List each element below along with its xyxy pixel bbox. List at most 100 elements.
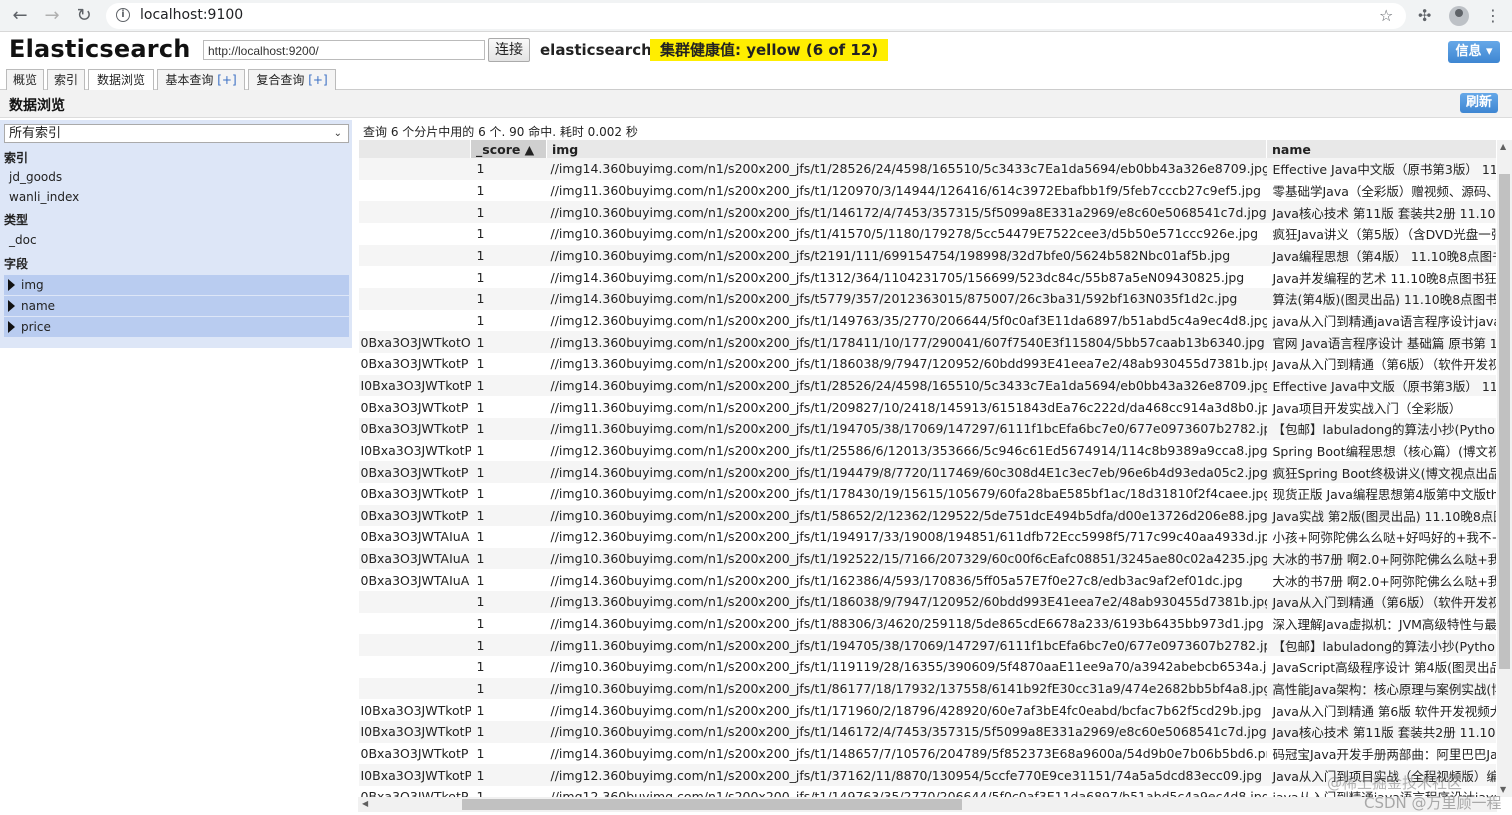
table-row[interactable]: 1//img10.360buyimg.com/n1/s200x200_jfs/t… [358, 201, 1496, 223]
column-header-score[interactable]: _score ▲ [470, 140, 547, 158]
refresh-button[interactable]: 刷新 [1460, 93, 1498, 113]
cell-img: //img14.360buyimg.com/n1/s200x200_jfs/t1… [546, 742, 1267, 765]
field-item-img[interactable]: img [4, 275, 349, 295]
browser-toolbar-section: 数据浏览 刷新 [0, 90, 1512, 118]
cell-img: //img11.360buyimg.com/n1/s200x200_jfs/t1… [546, 417, 1267, 440]
table-row[interactable]: 1//img14.360buyimg.com/n1/s200x200_jfs/t… [358, 612, 1496, 635]
table-row[interactable]: I0Bxa3O3JWTkotP 1//img14.360buyimg.com/n1… [358, 374, 1496, 397]
table-row[interactable]: I0Bxa3O3JWTkotP 1//img12.360buyimg.com/n1… [358, 764, 1496, 787]
scroll-up-arrow-icon[interactable]: ▲ [1500, 142, 1506, 151]
cell-score: 1 [470, 158, 547, 180]
cell-name: Java编程思想（第4版） 11.10晚8点图书 [1266, 244, 1496, 267]
table-row[interactable]: I0Bxa3O3JWTkotP 1//img14.360buyimg.com/n1… [358, 699, 1496, 722]
connect-url-input[interactable]: http://localhost:9200/ [203, 40, 485, 60]
table-row[interactable]: 1//img11.360buyimg.com/n1/s200x200_jfs/t… [358, 634, 1496, 657]
table-row[interactable]: 1//img13.360buyimg.com/n1/s200x200_jfs/t… [358, 591, 1496, 613]
forward-arrow-icon[interactable]: → [42, 6, 62, 26]
tab-label: 概览 [12, 73, 37, 87]
address-bar[interactable]: i localhost:9100 [106, 3, 1406, 29]
table-row[interactable]: 0Bxa3O3JWTAIuA 1//img12.360buyimg.com/n1/… [358, 526, 1496, 548]
vertical-scrollbar[interactable]: ▲ ▼ [1497, 140, 1512, 797]
tab-add-link[interactable]: [+] [308, 73, 327, 87]
app-logo: Elasticsearch [9, 35, 191, 63]
table-row[interactable]: 1//img11.360buyimg.com/n1/s200x200_jfs/t… [358, 179, 1496, 202]
cell-name: 小孩+阿弥陀佛么么哒+好吗好的+我不+亿 [1266, 526, 1496, 548]
cluster-name: elasticsearch [540, 41, 652, 59]
table-row[interactable]: 1//img14.360buyimg.com/n1/s200x200_jfs/t… [358, 287, 1496, 310]
index-item[interactable]: wanli_index [9, 190, 79, 204]
expand-triangle-icon [8, 278, 15, 291]
column-header-img[interactable]: img [546, 140, 1267, 158]
table-row[interactable]: 0Bxa3O3JWTkotP 1//img11.360buyimg.com/n1/… [358, 417, 1496, 440]
cell-id: 0Bxa3O3JWTkotP [358, 417, 471, 440]
cell-id [358, 266, 471, 288]
reload-icon[interactable]: ↻ [74, 6, 94, 26]
tab-basic-query[interactable]: 基本查询 [+] [157, 69, 245, 90]
cell-name: 零基础学Java（全彩版）赠视频、源码、练 [1266, 179, 1496, 202]
column-header-name[interactable]: name [1266, 140, 1496, 158]
table-row[interactable]: 0Bxa3O3JWTkotP 1//img14.360buyimg.com/n1/… [358, 742, 1496, 765]
index-select[interactable]: 所有索引 ⌄ [4, 124, 349, 143]
column-header-id[interactable] [358, 140, 471, 158]
cell-score: 1 [470, 547, 547, 570]
cell-img: //img11.360buyimg.com/n1/s200x200_jfs/t1… [546, 396, 1267, 418]
cell-score: 1 [470, 222, 547, 245]
cell-score: 1 [470, 331, 547, 353]
index-item[interactable]: jd_goods [9, 170, 62, 184]
table-row[interactable]: 0Bxa3O3JWTkotP 1//img12.360buyimg.com/n1/… [358, 786, 1496, 797]
vertical-scroll-thumb[interactable] [1499, 174, 1510, 669]
cell-score: 1 [470, 374, 547, 397]
table-row[interactable]: 1//img10.360buyimg.com/n1/s200x200_jfs/t… [358, 656, 1496, 678]
cell-id: 0Bxa3O3JWTkotP [358, 504, 471, 527]
table-row[interactable]: 0Bxa3O3JWTkotP 1//img10.360buyimg.com/n1/… [358, 504, 1496, 527]
profile-avatar[interactable] [1449, 6, 1469, 26]
table-row[interactable]: 0Bxa3O3JWTkotP 1//img10.360buyimg.com/n1/… [358, 482, 1496, 505]
cell-img: //img13.360buyimg.com/n1/s200x200_jfs/t1… [546, 352, 1267, 375]
tab-add-link[interactable]: [+] [217, 73, 236, 87]
table-row[interactable]: 1//img10.360buyimg.com/n1/s200x200_jfs/t… [358, 222, 1496, 245]
tab-compound-query[interactable]: 复合查询 [+] [248, 69, 336, 90]
cell-name: 现货正版 Java编程思想第4版第中文版thir [1266, 482, 1496, 505]
cell-name: Java核心技术 第11版 套装共2册 11.10晚 [1266, 201, 1496, 223]
tab-browser[interactable]: 数据浏览 [88, 69, 154, 91]
back-arrow-icon[interactable]: ← [10, 6, 30, 26]
table-row[interactable]: 1//img10.360buyimg.com/n1/s200x200_jfs/t… [358, 244, 1496, 267]
cell-score: 1 [470, 287, 547, 310]
table-row[interactable]: 0Bxa3O3JWTkotP 1//img14.360buyimg.com/n1/… [358, 461, 1496, 483]
extensions-puzzle-icon[interactable]: ✣ [1418, 6, 1431, 26]
tab-overview[interactable]: 概览 [6, 69, 44, 90]
table-row[interactable]: 1//img10.360buyimg.com/n1/s200x200_jfs/t… [358, 677, 1496, 700]
table-row[interactable]: 1//img14.360buyimg.com/n1/s200x200_jfs/t… [358, 158, 1496, 180]
cell-img: //img12.360buyimg.com/n1/s200x200_jfs/t1… [546, 786, 1267, 797]
scroll-left-arrow-icon[interactable]: ◀ [362, 799, 368, 808]
table-row[interactable]: 1//img14.360buyimg.com/n1/s200x200_jfs/t… [358, 266, 1496, 288]
horizontal-scrollbar[interactable]: ◀ [358, 797, 1497, 812]
field-item-name[interactable]: name [4, 296, 349, 316]
bookmark-star-icon[interactable]: ☆ [1379, 6, 1393, 26]
cell-img: //img10.360buyimg.com/n1/s200x200_jfs/t1… [546, 721, 1267, 743]
table-row[interactable]: I0Bxa3O3JWTkotP 1//img12.360buyimg.com/n1… [358, 439, 1496, 462]
table-row[interactable]: 1//img12.360buyimg.com/n1/s200x200_jfs/t… [358, 309, 1496, 332]
table-row[interactable]: 0Bxa3O3JWTkotP 1//img13.360buyimg.com/n1/… [358, 352, 1496, 375]
table-row[interactable]: I0Bxa3O3JWTkotP 1//img10.360buyimg.com/n1… [358, 721, 1496, 743]
type-item[interactable]: _doc [9, 233, 37, 247]
table-row[interactable]: 0Bxa3O3JWTkotO 1//img13.360buyimg.com/n1/… [358, 331, 1496, 353]
menu-kebab-icon[interactable]: ⋮ [1485, 6, 1501, 26]
connect-button[interactable]: 连接 [488, 38, 530, 62]
table-row[interactable]: 0Bxa3O3JWTAIuA 1//img14.360buyimg.com/n1/… [358, 569, 1496, 592]
cell-img: //img14.360buyimg.com/n1/s200x200_jfs/t1… [546, 266, 1267, 288]
cell-id [358, 201, 471, 223]
field-item-price[interactable]: price [4, 317, 349, 337]
cell-img: //img13.360buyimg.com/n1/s200x200_jfs/t1… [546, 331, 1267, 353]
cluster-health-badge: 集群健康值: yellow (6 of 12) [650, 39, 889, 61]
table-row[interactable]: 0Bxa3O3JWTkotP 1//img11.360buyimg.com/n1/… [358, 396, 1496, 418]
info-icon[interactable]: i [116, 8, 130, 22]
cell-img: //img10.360buyimg.com/n1/s200x200_jfs/t1… [546, 201, 1267, 223]
info-button[interactable]: 信息 ▾ [1448, 41, 1500, 63]
address-url: localhost:9100 [140, 7, 244, 23]
tab-indices[interactable]: 索引 [47, 69, 85, 90]
cell-name: Java核心技术 第11版 套装共2册 11.10晚 [1266, 721, 1496, 743]
horizontal-scroll-thumb[interactable] [462, 799, 962, 810]
table-row[interactable]: 0Bxa3O3JWTAIuA 1//img10.360buyimg.com/n1/… [358, 547, 1496, 570]
cell-id: 0Bxa3O3JWTkotO [358, 331, 471, 353]
